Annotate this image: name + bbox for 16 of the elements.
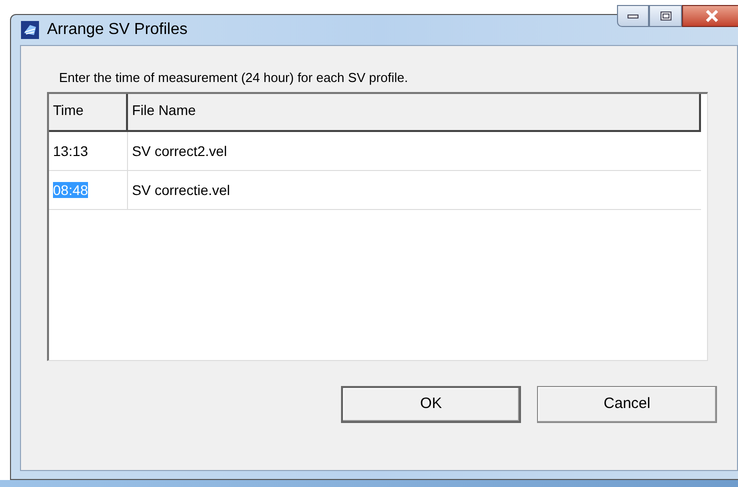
cancel-button[interactable]: Cancel — [537, 386, 717, 422]
close-icon — [705, 10, 719, 22]
window-title: Arrange SV Profiles — [47, 20, 188, 40]
column-header[interactable]: Time — [49, 94, 128, 130]
file-name-cell-text: SV correctie.vel — [131, 180, 232, 200]
minimize-button[interactable] — [617, 5, 649, 27]
instruction-text: Enter the time of measurement (24 hour) for each SV profile. — [59, 69, 410, 87]
maximize-icon — [660, 11, 672, 21]
maximize-button[interactable] — [649, 5, 682, 27]
ok-button[interactable]: OK — [341, 386, 521, 422]
time-cell[interactable]: 13:13 — [53, 142, 88, 158]
app-icon — [21, 21, 39, 39]
file-name-cell-text: SV correct2.vel — [131, 142, 228, 160]
column-header[interactable]: File Name — [128, 94, 699, 130]
minimize-icon — [627, 13, 639, 19]
close-button[interactable] — [682, 5, 738, 27]
